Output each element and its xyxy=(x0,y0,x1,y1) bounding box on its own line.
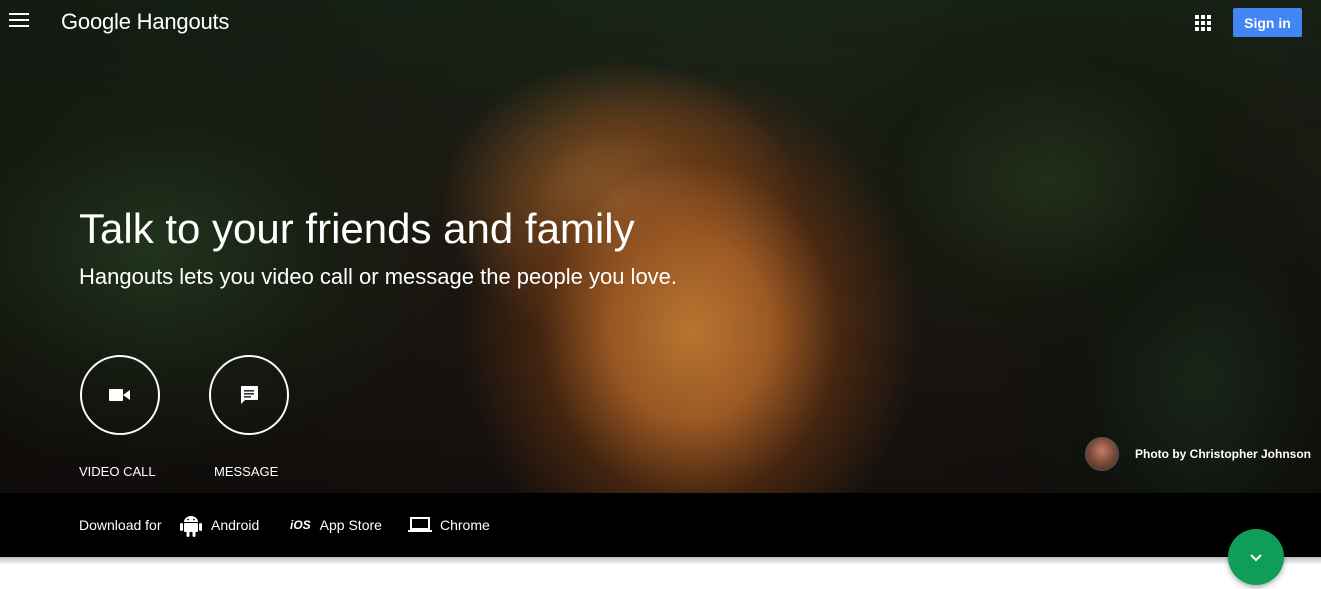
logo[interactable]: Google Hangouts xyxy=(61,9,229,35)
android-label: Android xyxy=(211,517,260,533)
photo-credit[interactable]: Photo by Christopher Johnson xyxy=(1085,437,1311,471)
message-icon xyxy=(241,386,258,404)
section-divider-shadow xyxy=(0,557,1321,565)
scroll-down-button[interactable] xyxy=(1228,529,1284,585)
sign-in-button[interactable]: Sign in xyxy=(1233,8,1302,37)
video-call-label[interactable]: VIDEO CALL xyxy=(79,464,156,479)
message-label[interactable]: MESSAGE xyxy=(214,464,278,479)
ios-icon: iOS xyxy=(290,518,311,532)
video-camera-icon xyxy=(109,389,130,401)
hamburger-menu-icon[interactable] xyxy=(9,13,29,29)
android-icon xyxy=(180,516,202,537)
download-chrome-link[interactable]: Chrome xyxy=(408,493,490,557)
chrome-label: Chrome xyxy=(440,517,490,533)
download-app-store-link[interactable]: iOS App Store xyxy=(290,493,382,557)
message-button[interactable] xyxy=(209,355,289,435)
download-bar: Download for Android iOS App Store Chrom… xyxy=(0,493,1321,557)
photographer-avatar xyxy=(1085,437,1119,471)
chevron-down-icon xyxy=(1250,553,1262,561)
video-call-button[interactable] xyxy=(80,355,160,435)
page-subheadline: Hangouts lets you video call or message … xyxy=(79,264,678,289)
download-for-label: Download for xyxy=(79,517,162,533)
photo-credit-text: Photo by Christopher Johnson xyxy=(1135,447,1311,461)
laptop-icon xyxy=(408,517,432,532)
apps-grid-icon[interactable] xyxy=(1195,15,1211,31)
download-android-link[interactable]: Android xyxy=(180,493,259,557)
app-store-label: App Store xyxy=(319,517,382,533)
top-bar: Google Hangouts Sign in xyxy=(0,0,1321,44)
page-headline: Talk to your friends and family xyxy=(79,205,635,252)
